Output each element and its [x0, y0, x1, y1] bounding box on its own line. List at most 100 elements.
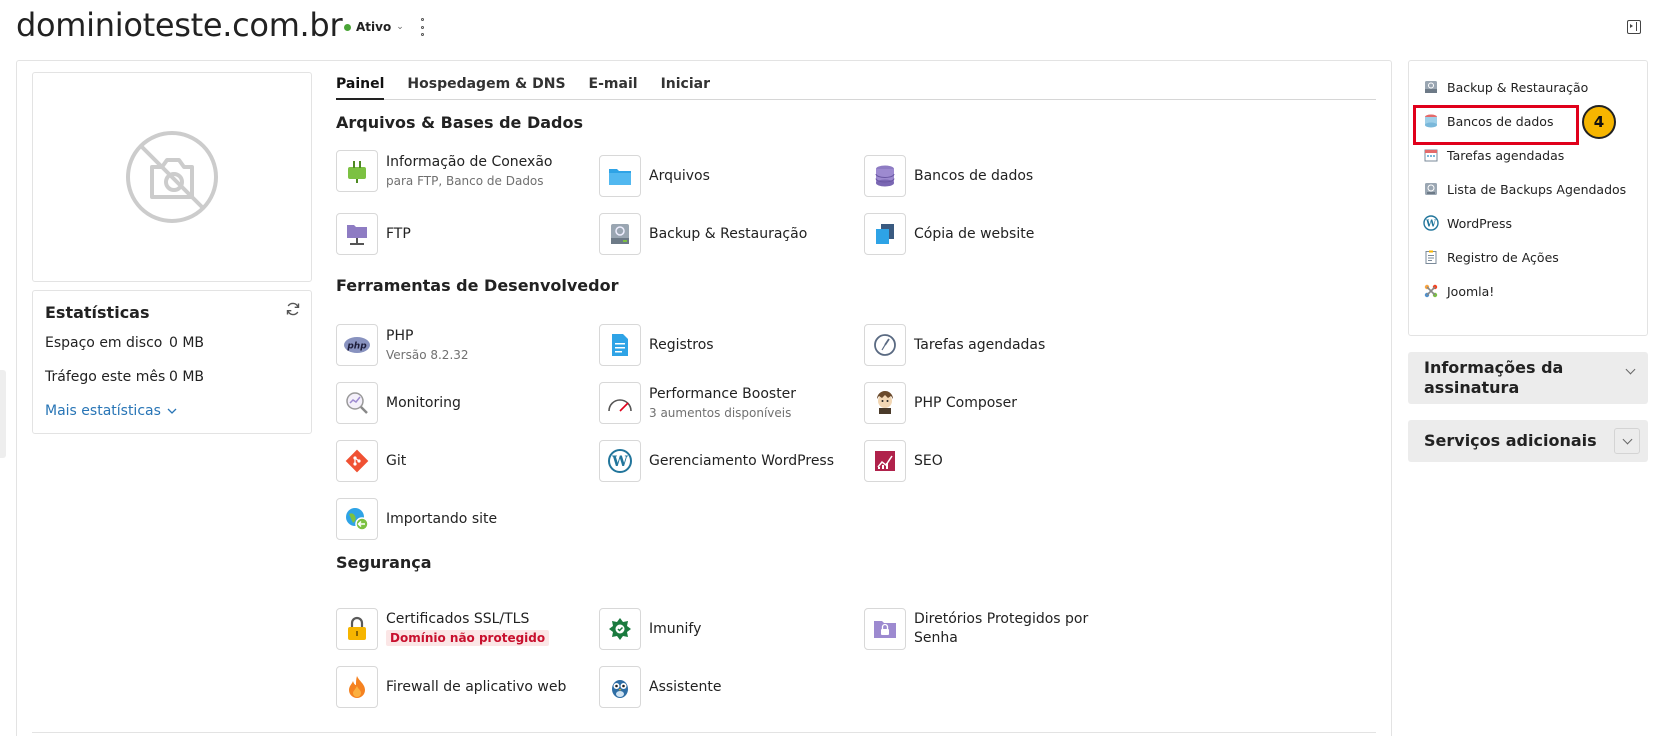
tile-monitoring[interactable]: Monitoring — [336, 382, 461, 424]
sidebar-item-action-log[interactable]: Registro de Ações — [1423, 249, 1559, 265]
tile-ssl-label: Certificados SSL/TLS — [386, 611, 530, 627]
tab-iniciar[interactable]: Iniciar — [661, 74, 710, 100]
svg-text:W: W — [611, 454, 628, 470]
section-dev-title: Ferramentas de Desenvolvedor — [336, 276, 619, 295]
locked-folder-icon — [864, 608, 906, 650]
git-icon — [336, 440, 378, 482]
chevron-down-icon — [1625, 364, 1636, 375]
flame-icon — [336, 666, 378, 708]
padlock-icon — [336, 608, 378, 650]
tile-scheduled-tasks[interactable]: Tarefas agendadas — [864, 324, 1045, 366]
subscription-info-title: Informações da assinatura — [1424, 358, 1563, 398]
tile-performance-sub: 3 aumentos disponíveis — [649, 405, 792, 420]
tab-hospedagem-dns[interactable]: Hospedagem & DNS — [407, 74, 565, 100]
tile-scheduled-tasks-label: Tarefas agendadas — [914, 336, 1046, 353]
tile-ssl-certificates[interactable]: Certificados SSL/TLS Domínio não protegi… — [336, 608, 550, 650]
chevron-down-icon[interactable] — [1614, 428, 1640, 454]
svg-text:W: W — [1425, 220, 1437, 230]
tile-monitoring-label: Monitoring — [386, 394, 461, 411]
subscription-info-panel[interactable]: Informações da assinatura — [1408, 352, 1648, 404]
stat-disk-value: 0 MB — [169, 335, 205, 351]
tile-php-composer[interactable]: PHP Composer — [864, 382, 1017, 424]
tile-import-site[interactable]: Importando site — [336, 498, 497, 540]
subscription-info-title-line1: Informações da — [1424, 358, 1564, 377]
tile-wordpress-label: Gerenciamento WordPress — [649, 452, 835, 469]
seo-chart-icon — [864, 440, 906, 482]
stat-disk-label: Espaço em disco — [45, 335, 163, 351]
sidebar-item-scheduled-tasks[interactable]: Tarefas agendadas — [1423, 147, 1564, 163]
tile-wordpress[interactable]: W Gerenciamento WordPress — [599, 440, 834, 482]
sidebar-item-backup[interactable]: Backup & Restauração — [1423, 79, 1588, 95]
tile-ftp-label: FTP — [386, 225, 411, 242]
joomla-icon — [1424, 284, 1438, 298]
tile-copy-website[interactable]: Cópia de website — [864, 213, 1034, 255]
calendar-icon — [1424, 149, 1438, 162]
tile-seo-label: SEO — [914, 452, 943, 469]
sidebar-item-scheduled-tasks-label: Tarefas agendadas — [1447, 147, 1565, 163]
tile-files-label: Arquivos — [649, 167, 710, 184]
tile-connection-info[interactable]: Informação de Conexão para FTP, Banco de… — [336, 150, 552, 192]
chevron-down-icon: ⌄ — [396, 22, 404, 32]
tab-painel[interactable]: Painel — [336, 74, 385, 100]
tile-assistant[interactable]: Assistente — [599, 666, 721, 708]
tile-php[interactable]: php PHP Versão 8.2.32 — [336, 324, 469, 366]
section-files-title: Arquivos & Bases de Dados — [336, 113, 584, 132]
tile-files[interactable]: Arquivos — [599, 155, 710, 197]
sidebar-item-joomla[interactable]: Joomla! — [1423, 283, 1494, 299]
sidebar-item-joomla-label: Joomla! — [1447, 283, 1495, 299]
folder-icon — [599, 155, 641, 197]
refresh-icon[interactable] — [285, 301, 301, 321]
left-collapse-handle[interactable] — [0, 370, 6, 458]
stat-traffic-label: Tráfego este mês — [45, 369, 166, 385]
svg-text:php: php — [346, 342, 367, 352]
backup-drive-icon — [599, 213, 641, 255]
tile-performance-label: Performance Booster — [649, 385, 797, 402]
toggle-sidebar-icon[interactable] — [1627, 20, 1641, 34]
tile-ftp[interactable]: FTP — [336, 213, 411, 255]
more-stats-link[interactable]: Mais estatísticas — [45, 403, 177, 419]
site-preview — [32, 72, 312, 282]
tile-backup-label: Backup & Restauração — [649, 225, 808, 242]
status-label: Ativo — [356, 20, 392, 34]
tile-backup[interactable]: Backup & Restauração — [599, 213, 807, 255]
tile-databases[interactable]: Bancos de dados — [864, 155, 1033, 197]
tile-databases-label: Bancos de dados — [914, 167, 1034, 184]
main-tabs: Painel Hospedagem & DNS E-mail Iniciar — [336, 74, 1376, 100]
monitoring-magnifier-icon — [336, 382, 378, 424]
database-icon — [864, 155, 906, 197]
wordpress-icon: W — [1423, 215, 1439, 231]
plug-icon — [336, 150, 378, 192]
tile-import-site-label: Importando site — [386, 510, 498, 527]
tile-php-version: Versão 8.2.32 — [386, 347, 469, 362]
globe-import-icon — [336, 498, 378, 540]
php-icon: php — [336, 324, 378, 366]
more-options-icon[interactable] — [418, 18, 426, 36]
tile-protected-directories[interactable]: Diretórios Protegidos por Senha — [864, 608, 1088, 650]
status-dropdown[interactable]: Ativo ⌄ — [344, 20, 404, 34]
tab-email[interactable]: E-mail — [589, 74, 638, 100]
clock-icon — [864, 324, 906, 366]
additional-services-title: Serviços adicionais — [1424, 431, 1597, 450]
tile-git[interactable]: Git — [336, 440, 406, 482]
sidebar-item-action-log-label: Registro de Ações — [1447, 249, 1559, 265]
tile-connection-sub: para FTP, Banco de Dados — [386, 173, 544, 188]
no-screenshot-icon — [126, 131, 218, 223]
tile-imunify[interactable]: Imunify — [599, 608, 701, 650]
tile-web-app-firewall[interactable]: Firewall de aplicativo web — [336, 666, 566, 708]
tile-logs[interactable]: Registros — [599, 324, 714, 366]
tile-seo[interactable]: SEO — [864, 440, 943, 482]
backup-drive-icon — [1425, 81, 1437, 93]
chevron-down-icon — [167, 408, 177, 414]
ssl-unprotected-badge: Domínio não protegido — [386, 630, 550, 646]
additional-services-panel[interactable]: Serviços adicionais — [1408, 420, 1648, 462]
sidebar-item-scheduled-backups-label: Lista de Backups Agendados — [1447, 181, 1627, 197]
sidebar-item-scheduled-backups[interactable]: Lista de Backups Agendados — [1423, 181, 1626, 197]
owl-assistant-icon — [599, 666, 641, 708]
highlight-box — [1413, 105, 1579, 145]
quick-links-panel: Backup & Restauração Bancos de dados Tar… — [1408, 60, 1648, 336]
subscription-info-title-line2: assinatura — [1424, 378, 1520, 397]
speedometer-icon — [599, 382, 641, 424]
tile-protected-directories-label: Diretórios Protegidos por — [914, 611, 1089, 627]
sidebar-item-wordpress[interactable]: W WordPress — [1423, 215, 1512, 231]
tile-performance-booster[interactable]: Performance Booster 3 aumentos disponíve… — [599, 382, 796, 424]
